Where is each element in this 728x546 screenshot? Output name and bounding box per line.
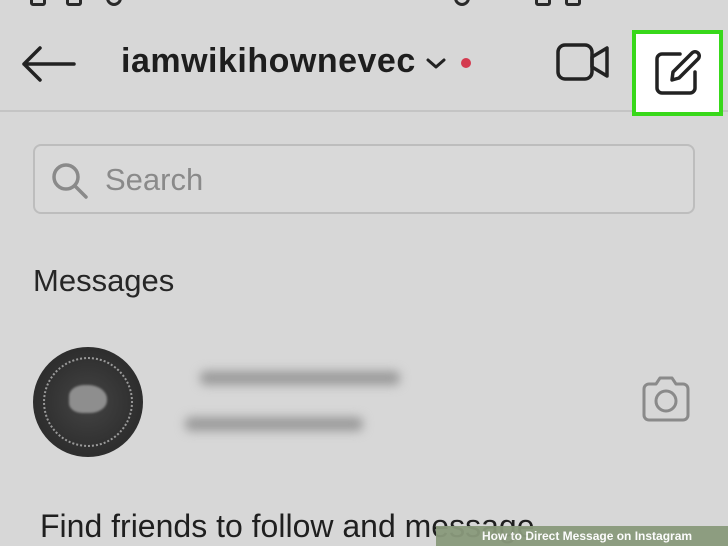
blurred-message-preview (185, 417, 363, 431)
status-icon (30, 0, 46, 6)
search-icon (52, 163, 88, 199)
status-icon (535, 0, 551, 6)
blurred-contact-name (200, 371, 400, 385)
new-message-compose-icon (655, 50, 701, 95)
watermark-banner: How to Direct Message on Instagram (436, 526, 728, 546)
watermark-text: How to Direct Message on Instagram (482, 529, 693, 543)
new-message-button[interactable] (632, 30, 723, 116)
search-input[interactable] (105, 164, 665, 196)
search-bar[interactable] (33, 144, 695, 214)
unread-dot (461, 58, 471, 68)
avatar (33, 347, 143, 457)
video-camera-icon (556, 43, 609, 81)
video-call-button[interactable] (556, 42, 610, 82)
quick-camera-button[interactable] (640, 375, 692, 423)
status-icon (565, 0, 581, 6)
messages-heading: Messages (33, 263, 175, 298)
status-icon (66, 0, 82, 6)
camera-icon (642, 376, 690, 422)
status-icon (454, 0, 470, 6)
chevron-down-icon (426, 58, 446, 69)
avatar-pattern (69, 385, 107, 413)
account-username[interactable]: iamwikihownevec (121, 42, 416, 81)
status-icon (106, 0, 122, 6)
account-switcher-dropdown[interactable] (424, 56, 448, 72)
conversation-row[interactable] (0, 345, 728, 465)
arrow-left-icon (22, 46, 76, 82)
back-button[interactable] (20, 46, 76, 82)
status-bar (0, 0, 728, 12)
top-bar: iamwikihownevec (0, 12, 728, 116)
